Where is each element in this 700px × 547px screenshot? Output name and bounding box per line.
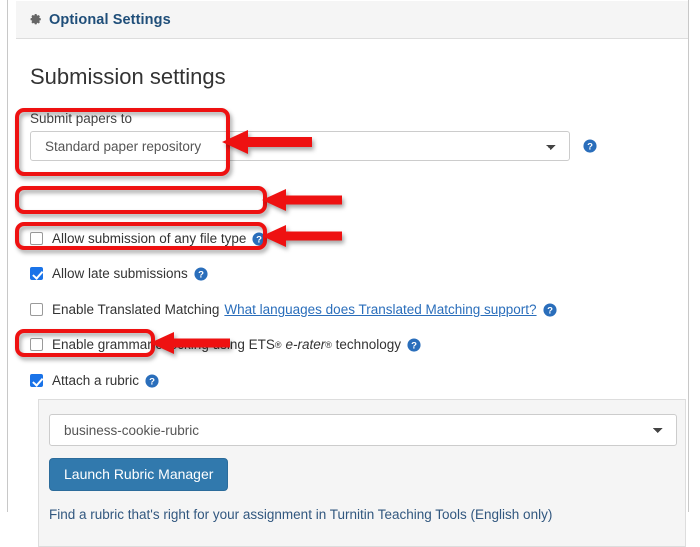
label-enable-grammar-check-part1: Enable grammar checking using ETS xyxy=(52,337,275,352)
rubric-panel: business-cookie-rubric Launch Rubric Man… xyxy=(38,399,686,547)
optional-settings-title: Optional Settings xyxy=(49,11,171,28)
optional-settings-header[interactable]: Optional Settings xyxy=(16,1,688,39)
rubric-select-wrap: business-cookie-rubric xyxy=(49,414,677,446)
label-allow-late-submissions: Allow late submissions xyxy=(52,266,188,281)
checkbox-row-attach-a-rubric[interactable]: Attach a rubric ? xyxy=(30,373,159,388)
help-icon-submit-papers-to[interactable]: ? xyxy=(583,139,597,153)
checkbox-allow-late-submissions[interactable] xyxy=(30,267,43,280)
svg-text:?: ? xyxy=(256,234,262,245)
label-enable-grammar-check-part2: technology xyxy=(335,337,401,352)
page-title: Submission settings xyxy=(30,64,226,89)
rubric-select[interactable]: business-cookie-rubric xyxy=(49,414,677,446)
checkbox-enable-translated-matching[interactable] xyxy=(30,303,43,316)
label-allow-any-file-type: Allow submission of any file type xyxy=(52,231,247,246)
checkbox-row-enable-translated-matching[interactable]: Enable Translated Matching What language… xyxy=(30,302,557,317)
label-attach-a-rubric: Attach a rubric xyxy=(52,373,140,388)
find-rubric-link[interactable]: Find a rubric that's right for your assi… xyxy=(49,507,552,522)
link-translated-matching-support[interactable]: What languages does Translated Matching … xyxy=(224,302,536,317)
checkbox-attach-a-rubric[interactable] xyxy=(30,374,43,387)
help-icon-enable-grammar-check[interactable]: ? xyxy=(407,337,421,352)
svg-text:?: ? xyxy=(149,376,155,387)
label-e-rater: e-rater xyxy=(285,337,326,352)
submission-settings-body: Submission settings Submit papers to Sta… xyxy=(16,39,688,547)
svg-text:?: ? xyxy=(198,269,204,280)
launch-rubric-manager-button[interactable]: Launch Rubric Manager xyxy=(49,458,229,492)
submit-papers-to-select[interactable]: Standard paper repository xyxy=(30,131,570,161)
help-icon-allow-any-file-type[interactable]: ? xyxy=(252,231,266,246)
svg-text:?: ? xyxy=(411,340,417,351)
checkbox-row-enable-grammar-check[interactable]: Enable grammar checking using ETS ® e-rate… xyxy=(30,337,421,352)
svg-text:?: ? xyxy=(587,142,593,153)
optional-settings-panel: Optional Settings Submission settings Su… xyxy=(7,0,689,547)
checkbox-row-allow-any-file-type[interactable]: Allow submission of any file type ? xyxy=(30,231,266,246)
submit-papers-to-label: Submit papers to xyxy=(30,111,133,126)
svg-text:?: ? xyxy=(547,305,553,316)
checkbox-row-allow-late-submissions[interactable]: Allow late submissions ? xyxy=(30,266,208,281)
help-icon-attach-a-rubric[interactable]: ? xyxy=(145,373,159,388)
gear-icon xyxy=(30,14,41,25)
help-icon-allow-late-submissions[interactable]: ? xyxy=(194,266,208,281)
label-enable-translated-matching: Enable Translated Matching xyxy=(52,302,220,317)
submit-papers-to-group: Submit papers to Standard paper reposito… xyxy=(30,111,670,161)
checkbox-allow-any-file-type[interactable] xyxy=(30,232,43,245)
submit-papers-to-row: Standard paper repository ? xyxy=(30,131,670,161)
help-icon-enable-translated-matching[interactable]: ? xyxy=(543,302,557,317)
checkbox-enable-grammar-check[interactable] xyxy=(30,338,43,351)
